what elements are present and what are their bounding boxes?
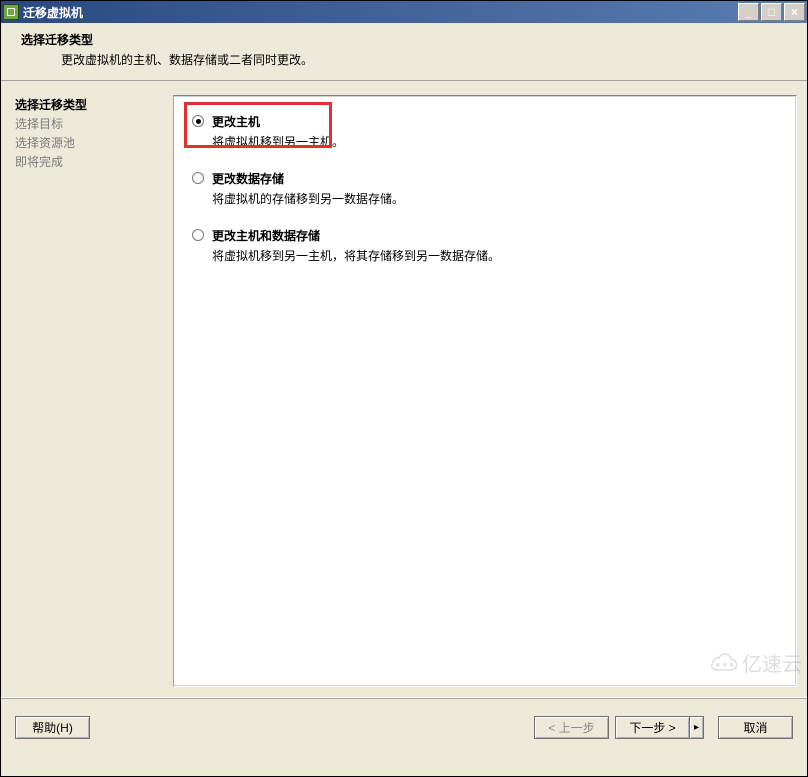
sidebar-item-migration-type[interactable]: 选择迁移类型	[15, 95, 169, 114]
options-container: 更改主机 将虚拟机移到另一主机。 更改数据存储 将虚拟机的存储移到另一数据存储。…	[174, 96, 796, 686]
option-desc: 将虚拟机移到另一主机，将其存储移到另一数据存储。	[212, 247, 500, 264]
title-bar: 迁移虚拟机 _ □ ×	[1, 1, 807, 23]
content-area: 选择迁移类型 选择目标 选择资源池 即将完成 更改主机 将虚拟机移到另一主机。 …	[1, 81, 807, 697]
help-button[interactable]: 帮助(H)	[15, 716, 90, 739]
cancel-button[interactable]: 取消	[718, 716, 793, 739]
next-arrow-button[interactable]: ▸	[690, 716, 704, 739]
option-title: 更改主机	[212, 113, 344, 130]
app-icon	[3, 4, 19, 20]
button-bar: 帮助(H) < 上一步 下一步 > ▸ 取消	[1, 697, 807, 745]
sidebar-item-ready-complete[interactable]: 即将完成	[15, 152, 169, 171]
page-title: 选择迁移类型	[21, 31, 787, 48]
radio-change-datastore[interactable]	[192, 172, 204, 184]
next-button[interactable]: 下一步 >	[615, 716, 690, 739]
option-desc: 将虚拟机的存储移到另一数据存储。	[212, 190, 404, 207]
main-panel: 更改主机 将虚拟机移到另一主机。 更改数据存储 将虚拟机的存储移到另一数据存储。…	[173, 95, 797, 687]
wizard-header: 选择迁移类型 更改虚拟机的主机、数据存储或二者同时更改。	[1, 23, 807, 81]
option-change-both[interactable]: 更改主机和数据存储 将虚拟机移到另一主机，将其存储移到另一数据存储。	[192, 227, 777, 264]
page-subtitle: 更改虚拟机的主机、数据存储或二者同时更改。	[61, 51, 787, 68]
option-title: 更改主机和数据存储	[212, 227, 500, 244]
window-controls: _ □ ×	[738, 3, 805, 21]
option-title: 更改数据存储	[212, 170, 404, 187]
radio-change-host[interactable]	[192, 115, 204, 127]
back-button[interactable]: < 上一步	[534, 716, 609, 739]
sidebar-item-select-target[interactable]: 选择目标	[15, 114, 169, 133]
option-change-host[interactable]: 更改主机 将虚拟机移到另一主机。	[192, 113, 777, 150]
close-button[interactable]: ×	[784, 3, 805, 21]
window-title: 迁移虚拟机	[23, 4, 738, 21]
radio-change-both[interactable]	[192, 229, 204, 241]
maximize-button[interactable]: □	[761, 3, 782, 21]
sidebar-item-select-pool[interactable]: 选择资源池	[15, 133, 169, 152]
option-change-datastore[interactable]: 更改数据存储 将虚拟机的存储移到另一数据存储。	[192, 170, 777, 207]
option-desc: 将虚拟机移到另一主机。	[212, 133, 344, 150]
minimize-button[interactable]: _	[738, 3, 759, 21]
wizard-steps-sidebar: 选择迁移类型 选择目标 选择资源池 即将完成	[11, 95, 173, 687]
